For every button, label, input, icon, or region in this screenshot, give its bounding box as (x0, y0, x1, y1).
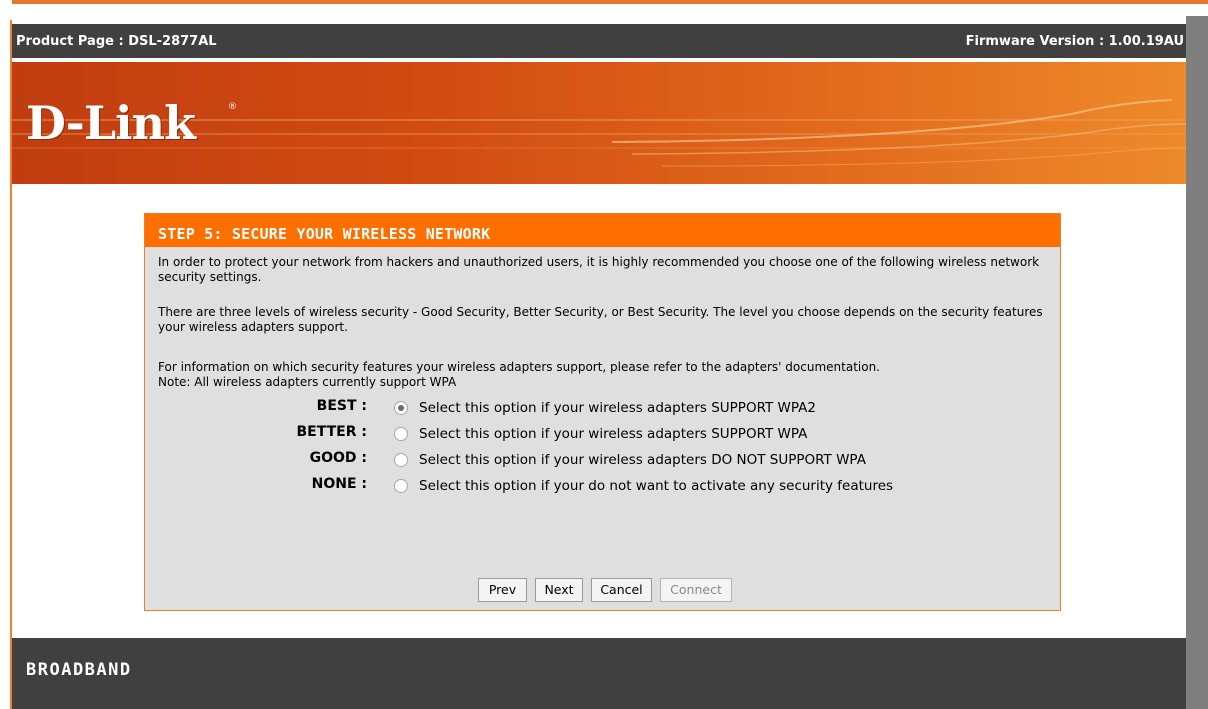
intro-paragraph: In order to protect your network from ha… (158, 255, 1040, 284)
firmware-version-label: Firmware Version : 1.00.19AU (965, 34, 1184, 49)
wizard-title: STEP 5: SECURE YOUR WIRELESS NETWORK (145, 214, 1060, 247)
option-none-radio[interactable] (394, 479, 408, 493)
option-good-radio[interactable] (394, 453, 408, 467)
scrollbar-gutter[interactable] (1186, 16, 1208, 709)
option-best-text: Select this option if your wireless adap… (419, 400, 816, 416)
option-none-text: Select this option if your do not want t… (419, 478, 894, 494)
option-good-label: GOOD : (309, 450, 367, 466)
option-best-label: BEST : (316, 398, 367, 414)
option-better-text: Select this option if your wireless adap… (419, 426, 808, 442)
next-button[interactable]: Next (535, 578, 583, 602)
window-top-border (0, 0, 1208, 16)
cancel-button[interactable]: Cancel (591, 578, 652, 602)
product-page-label: Product Page : DSL-2877AL (16, 34, 217, 49)
option-better-label: BETTER : (296, 424, 367, 440)
levels-paragraph: There are three levels of wireless secur… (158, 305, 1043, 334)
connect-button[interactable]: Connect (660, 578, 732, 602)
prev-button[interactable]: Prev (478, 578, 527, 602)
note-paragraph: Note: All wireless adapters currently su… (158, 375, 457, 389)
broadband-label: BROADBAND (26, 660, 132, 680)
header-bar: Product Page : DSL-2877AL Firmware Versi… (12, 24, 1186, 60)
option-good-text: Select this option if your wireless adap… (419, 452, 866, 468)
d-link-logo: D-Link (26, 96, 196, 150)
option-better-radio[interactable] (394, 427, 408, 441)
window-left-border (0, 0, 12, 709)
brand-banner: D-Link ® (12, 62, 1186, 184)
registered-mark: ® (228, 102, 237, 112)
option-best-radio[interactable] (394, 401, 408, 415)
footer-bar: BROADBAND (12, 638, 1186, 709)
router-page: Product Page : DSL-2877AL Firmware Versi… (12, 24, 1186, 709)
wizard-panel: STEP 5: SECURE YOUR WIRELESS NETWORK In … (144, 213, 1061, 611)
info-paragraph: For information on which security featur… (158, 360, 880, 374)
option-none-label: NONE : (311, 476, 367, 492)
